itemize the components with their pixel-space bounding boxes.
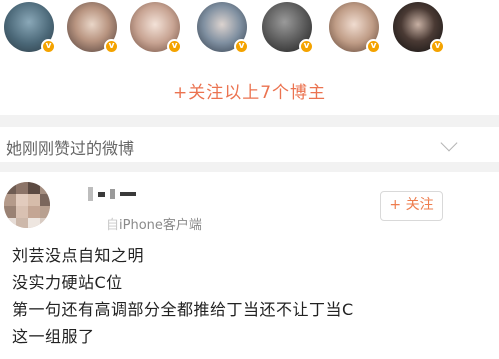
liked-posts-header[interactable]: 她刚刚赞过的微博 xyxy=(0,127,499,162)
weibo-post: 自iPhone客户端 + 关注 刘芸没点自知之明 没实力硬站C位 第一句还有高调… xyxy=(0,172,499,359)
chevron-down-icon[interactable] xyxy=(440,134,458,152)
follow-all-button[interactable]: +关注以上7个博主 xyxy=(0,78,499,103)
verified-badge-icon: v xyxy=(366,39,381,54)
post-text-line: 第一句还有高调部分全都推给丁当还不让丁当C xyxy=(12,300,354,319)
verified-badge-icon: v xyxy=(299,39,314,54)
blogger-avatar[interactable]: v xyxy=(130,2,182,54)
verified-badge-icon: v xyxy=(234,39,249,54)
source-prefix: 自 xyxy=(106,218,120,233)
follow-button[interactable]: + 关注 xyxy=(380,191,443,221)
recommended-bloggers-row: v v v v v v v xyxy=(0,0,499,60)
username-redacted xyxy=(88,187,136,201)
blogger-avatar[interactable]: v xyxy=(329,2,381,54)
post-text-line: 这一组服了 xyxy=(12,327,95,346)
source-client: iPhone客户端 xyxy=(119,218,202,233)
verified-badge-icon: v xyxy=(430,39,445,54)
avatar[interactable] xyxy=(4,182,50,228)
post-text-line: 没实力硬站C位 xyxy=(12,273,123,292)
verified-badge-icon: v xyxy=(104,39,119,54)
divider xyxy=(0,162,499,172)
divider xyxy=(0,115,499,127)
blogger-avatar[interactable]: v xyxy=(393,2,445,54)
verified-badge-icon: v xyxy=(167,39,182,54)
blogger-avatar[interactable]: v xyxy=(262,2,314,54)
blogger-avatar[interactable]: v xyxy=(197,2,249,54)
section-title: 她刚刚赞过的微博 xyxy=(6,139,135,158)
blogger-avatar[interactable]: v xyxy=(4,2,56,54)
post-text-line: 刘芸没点自知之明 xyxy=(12,246,145,265)
blogger-avatar[interactable]: v xyxy=(67,2,119,54)
verified-badge-icon: v xyxy=(41,39,56,54)
post-source: 自iPhone客户端 xyxy=(106,214,202,233)
